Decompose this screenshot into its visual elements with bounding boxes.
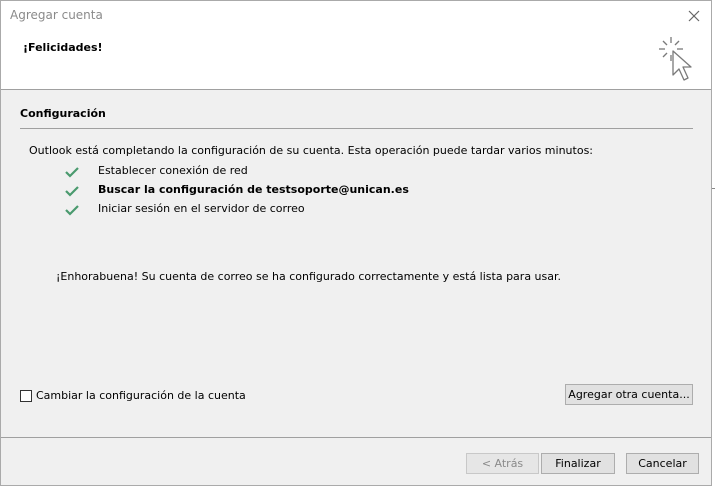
change-settings-checkbox[interactable]: [20, 389, 32, 402]
section-divider: [20, 128, 693, 129]
checkmark-icon: [65, 186, 79, 197]
step-label: Establecer conexión de red: [98, 164, 248, 177]
footer-divider: [1, 437, 711, 438]
section-label: Configuración: [20, 107, 106, 120]
finish-button[interactable]: Finalizar: [541, 453, 615, 474]
step-label: Iniciar sesión en el servidor de correo: [98, 202, 305, 215]
progress-intro: Outlook está completando la configuració…: [29, 144, 594, 157]
add-another-account-button[interactable]: Agregar otra cuenta...: [565, 384, 693, 405]
add-account-dialog: Agregar cuenta ¡Felicidades! Configuraci…: [0, 0, 712, 486]
change-settings-option[interactable]: Cambiar la configuración de la cuenta: [20, 389, 246, 402]
sparkle-cursor-icon: [659, 37, 692, 81]
success-message: ¡Enhorabuena! Su cuenta de correo se ha …: [56, 270, 562, 283]
back-button[interactable]: < Atrás: [466, 453, 539, 474]
step-label: Buscar la configuración de testsoporte@u…: [98, 183, 409, 196]
header-panel: ¡Felicidades!: [1, 31, 711, 90]
cancel-button[interactable]: Cancelar: [626, 453, 699, 474]
close-button[interactable]: [683, 5, 705, 27]
change-settings-label: Cambiar la configuración de la cuenta: [36, 389, 246, 402]
checkmark-icon: [65, 167, 79, 178]
close-icon: [688, 10, 700, 22]
header-title: ¡Felicidades!: [23, 41, 103, 54]
window-title: Agregar cuenta: [10, 8, 103, 22]
title-bar: Agregar cuenta: [1, 1, 711, 31]
checkmark-icon: [65, 205, 79, 216]
